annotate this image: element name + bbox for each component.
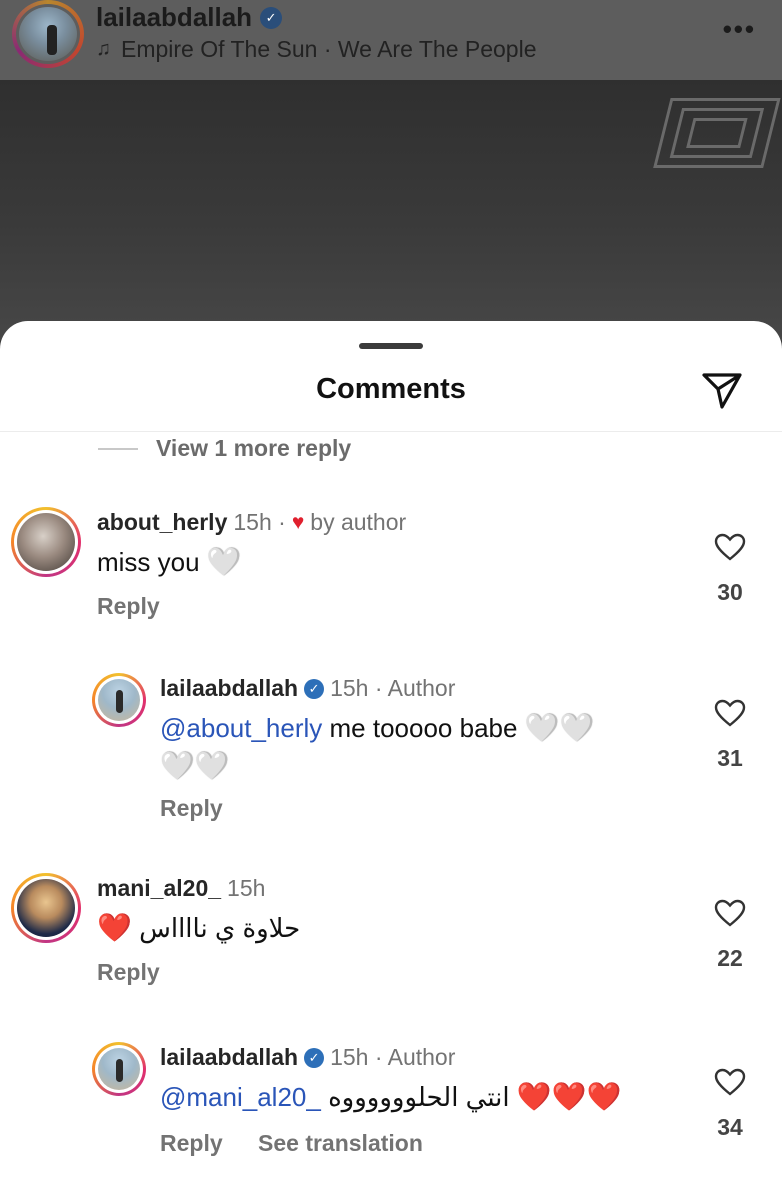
avatar-image	[98, 1048, 140, 1090]
comment-text-row: @mani_al20_ انتي الحلووووووه ❤️❤️❤️	[160, 1080, 621, 1113]
heart-filled-icon: ♥	[291, 510, 305, 534]
red-heart-emoji: ❤️	[97, 912, 132, 943]
white-heart-emoji: 🤍🤍	[160, 750, 230, 781]
comment-text: me tooooo babe	[329, 713, 518, 743]
mention-link[interactable]: @mani_al20_	[160, 1082, 321, 1112]
audio-track[interactable]: ♫ Empire Of The Sun · We Are The People	[96, 36, 537, 63]
more-options-icon[interactable]: •••	[723, 14, 756, 45]
song-title[interactable]: Empire Of The Sun · We Are The People	[121, 36, 537, 63]
divider	[0, 431, 782, 432]
reply-button[interactable]: Reply	[160, 795, 223, 822]
like-heart-icon[interactable]	[714, 899, 746, 927]
comment-username[interactable]: mani_al20_	[97, 875, 221, 902]
post-header: lailaabdallah ✓ ♫ Empire Of The Sun · We…	[0, 0, 782, 80]
comment-time: 15h ·	[233, 509, 286, 535]
like-count: 30	[717, 579, 743, 605]
comment-time: 15h	[227, 875, 266, 901]
comment-meta: mani_al20_ 15h	[97, 875, 265, 902]
avatar[interactable]	[92, 1042, 146, 1096]
avatar[interactable]	[11, 507, 81, 577]
view-more-replies[interactable]: View 1 more reply	[98, 435, 351, 462]
comment-username[interactable]: lailaabdallah	[160, 675, 298, 702]
like-count: 34	[717, 1114, 743, 1140]
verified-icon: ✓	[260, 6, 283, 29]
comment-time: 15h · Author	[330, 1044, 456, 1070]
ceiling-vent	[631, 90, 782, 175]
avatar[interactable]	[11, 873, 81, 943]
comment-time: 15h · Author	[330, 675, 456, 701]
comment-text: حلاوة ي نااااس	[139, 913, 301, 943]
comment-meta: lailaabdallah ✓ 15h · Author	[160, 675, 455, 702]
mention-link[interactable]: @about_herly	[160, 713, 322, 743]
comment-text-row: @about_herly me tooooo babe 🤍🤍	[160, 711, 594, 744]
view-more-replies-label[interactable]: View 1 more reply	[156, 435, 351, 462]
avatar-image	[17, 879, 75, 937]
author-username[interactable]: lailaabdallah	[96, 2, 252, 33]
sheet-title: Comments	[316, 373, 466, 405]
like-heart-icon[interactable]	[714, 533, 746, 561]
reply-button[interactable]: Reply	[97, 959, 160, 986]
drag-handle[interactable]	[359, 343, 423, 349]
comment-text-row: ❤️ حلاوة ي نااااس	[97, 911, 300, 944]
avatar-image	[17, 513, 75, 571]
like-heart-icon[interactable]	[714, 1068, 746, 1096]
comment-meta: lailaabdallah ✓ 15h · Author	[160, 1044, 455, 1071]
music-note-icon: ♫	[96, 38, 111, 60]
reply-button[interactable]: Reply	[97, 593, 160, 620]
avatar-image	[98, 679, 140, 721]
comment-text: انتي الحلووووووه	[328, 1082, 510, 1112]
red-heart-emoji: ❤️❤️❤️	[516, 1081, 622, 1112]
author-username-row[interactable]: lailaabdallah ✓	[96, 2, 283, 33]
like-heart-icon[interactable]	[714, 699, 746, 727]
avatar-image	[19, 7, 77, 61]
comment-meta: about_herly 15h · ♥ by author	[97, 509, 406, 536]
verified-icon: ✓	[304, 678, 325, 699]
thread-line	[98, 447, 138, 450]
white-heart-emoji: 🤍	[206, 546, 242, 577]
comments-sheet: Comments View 1 more reply about_herly 1…	[0, 321, 782, 1200]
share-icon[interactable]	[700, 371, 744, 411]
verified-icon: ✓	[304, 1047, 325, 1068]
video-frame[interactable]	[0, 80, 782, 340]
white-heart-emoji: 🤍🤍	[524, 712, 595, 743]
comment-text-row: miss you 🤍	[97, 545, 242, 578]
comment-text: miss you	[97, 547, 200, 577]
like-count: 22	[717, 945, 743, 971]
comment-text-row-2: 🤍🤍	[160, 749, 230, 782]
reply-button[interactable]: Reply	[160, 1130, 223, 1157]
like-count: 31	[717, 745, 743, 771]
see-translation-button[interactable]: See translation	[258, 1130, 423, 1157]
author-avatar[interactable]	[12, 0, 84, 68]
liked-by-author: by author	[310, 509, 407, 535]
comment-username[interactable]: about_herly	[97, 509, 227, 536]
comment-username[interactable]: lailaabdallah	[160, 1044, 298, 1071]
avatar[interactable]	[92, 673, 146, 727]
